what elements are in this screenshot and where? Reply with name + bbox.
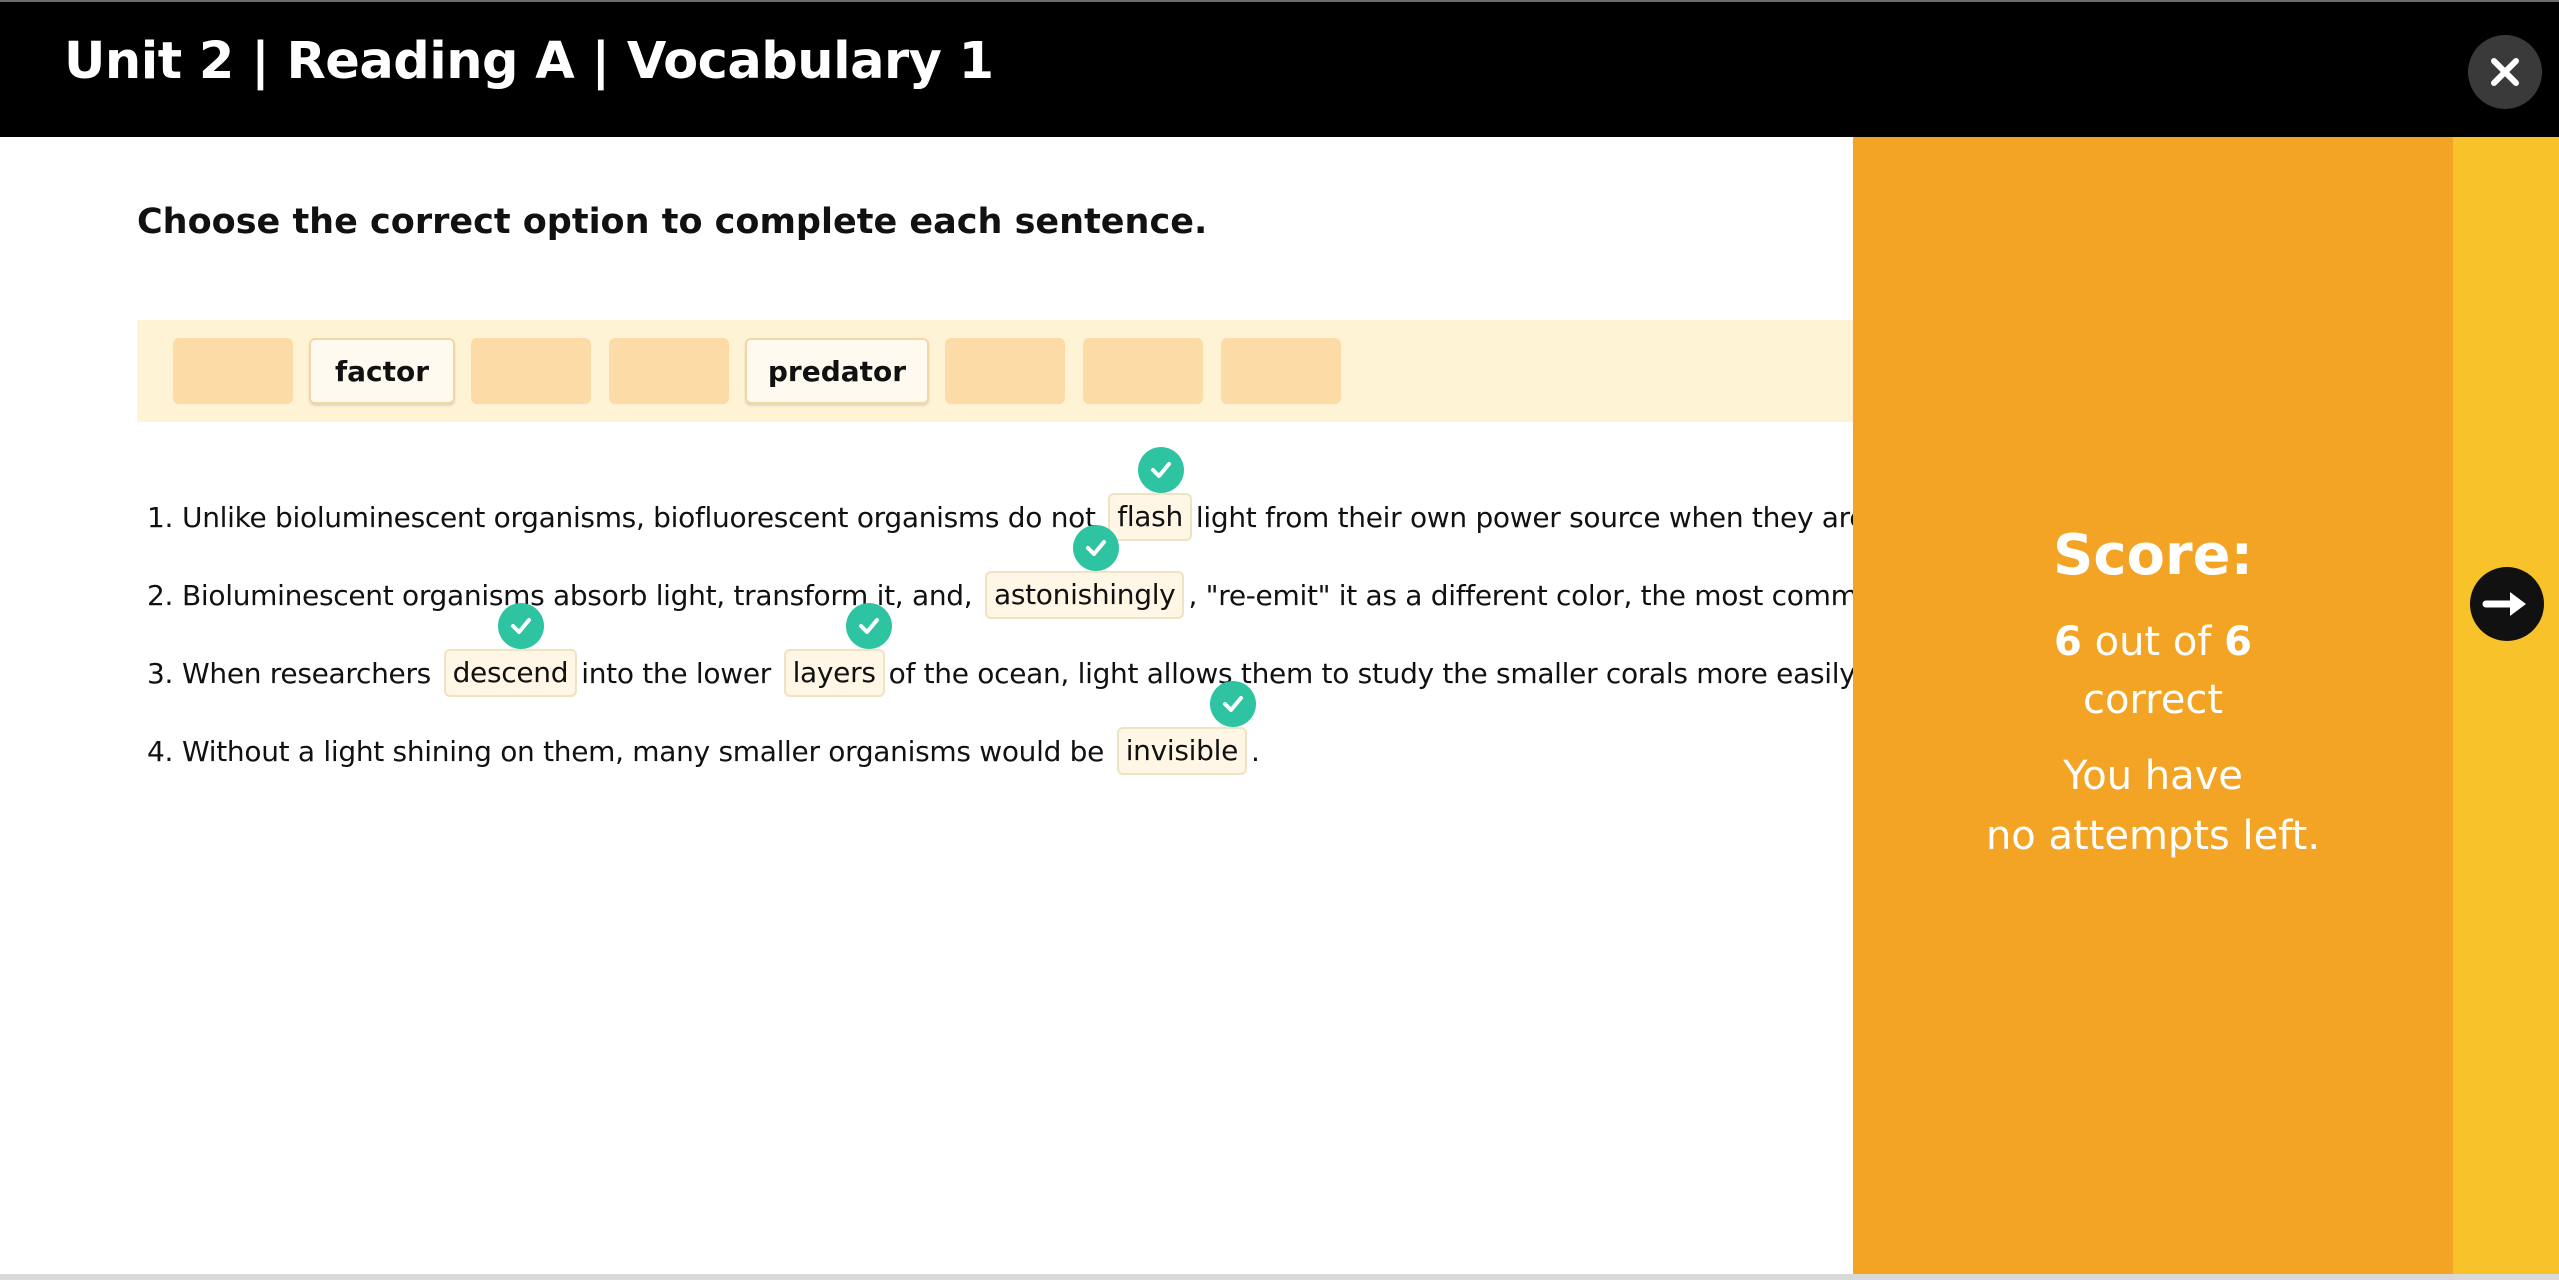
close-button[interactable]	[2468, 35, 2542, 109]
question-number: 4.	[147, 735, 174, 768]
answer-text: astonishingly	[993, 578, 1176, 611]
word-bank-slot-empty	[173, 338, 293, 404]
score-result: 6 out of 6	[1853, 619, 2453, 665]
word-bank-slot-empty	[1221, 338, 1341, 404]
check-icon	[859, 618, 880, 634]
instruction-text: Choose the correct option to complete ea…	[137, 202, 1208, 242]
question-text: into the lower	[581, 657, 771, 690]
header-bar: Unit 2 | Reading A | Vocabulary 1	[0, 0, 2559, 137]
attempts-line-1: You have	[2063, 753, 2243, 799]
check-badge	[1138, 447, 1185, 493]
question-number: 2.	[147, 579, 174, 612]
word-bank-chip[interactable]: predator	[745, 338, 929, 404]
question-text: When researchers	[182, 657, 431, 690]
check-icon	[1085, 540, 1106, 556]
answer-text: flash	[1117, 500, 1183, 533]
answer-blank[interactable]: invisible	[1116, 681, 1256, 775]
check-badge	[498, 603, 545, 649]
answer-blank[interactable]: layers	[783, 603, 893, 697]
word-bank-slot-empty	[1083, 338, 1203, 404]
question-3: 3. When researchers descend into the lower…	[137, 603, 1861, 709]
check-badge	[1209, 681, 1256, 727]
arrow-right-icon	[2482, 592, 2526, 616]
answer-text: invisible	[1125, 734, 1239, 767]
score-title: Score:	[2053, 523, 2253, 588]
activity-content: Choose the correct option to complete ea…	[0, 137, 2559, 1280]
check-icon	[1222, 696, 1243, 712]
attempts-line-2: no attempts left.	[1985, 813, 2321, 859]
question-text: light from their own power source when t…	[1195, 501, 1867, 534]
question-text: Unlike bioluminescent organisms, biofluo…	[182, 501, 1096, 534]
word-bank-slot-empty	[609, 338, 729, 404]
answer-text: descend	[452, 656, 569, 689]
score-out-of: out of	[2094, 619, 2212, 665]
question-text: .	[1251, 735, 1260, 768]
side-strip	[2453, 137, 2559, 1280]
score-correct-count: 6	[2054, 619, 2082, 665]
bottom-divider	[0, 1274, 2559, 1280]
question-number: 3.	[147, 657, 174, 690]
check-icon	[511, 618, 532, 634]
question-number: 1.	[147, 501, 174, 534]
word-bank: factor predator	[137, 320, 1857, 422]
word-bank-slot-empty	[945, 338, 1065, 404]
check-icon	[1151, 462, 1172, 478]
check-badge	[1072, 525, 1119, 571]
answer-blank[interactable]: descend	[443, 603, 578, 697]
close-icon	[2491, 58, 2519, 86]
word-bank-chip[interactable]: factor	[309, 338, 455, 404]
word-bank-slot-empty	[471, 338, 591, 404]
score-correct-label: correct	[2082, 677, 2224, 723]
question-text: Without a light shining on them, many sm…	[182, 735, 1105, 768]
answer-text: layers	[792, 656, 876, 689]
answer-blank[interactable]: astonishingly	[984, 525, 1185, 619]
page-title: Unit 2 | Reading A | Vocabulary 1	[64, 32, 994, 91]
score-panel: Score: 6 out of 6 correct You have no at…	[1853, 137, 2453, 1274]
score-total: 6	[2224, 619, 2252, 665]
question-text: of the ocean, light allows them to study…	[888, 657, 1861, 690]
answer-blank[interactable]: flash	[1108, 447, 1192, 541]
next-button[interactable]	[2470, 567, 2544, 641]
question-4: 4. Without a light shining on them, many …	[137, 681, 1260, 787]
check-badge	[846, 603, 893, 649]
